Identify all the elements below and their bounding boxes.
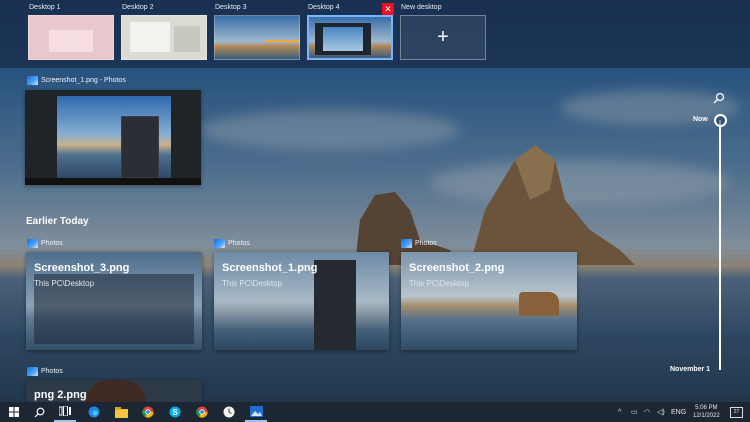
photos-app-icon: [27, 239, 38, 248]
current-window-title: Screenshot_1.png - Photos: [27, 76, 126, 85]
desktop-1[interactable]: Desktop 1: [28, 3, 116, 60]
desktop-thumbnail[interactable]: [214, 15, 300, 60]
battery-icon[interactable]: ▭: [631, 402, 638, 422]
photos-app-icon: [214, 239, 225, 248]
search-icon[interactable]: [713, 92, 725, 104]
desktop-4[interactable]: Desktop 4 ✕: [307, 3, 395, 60]
desktop-label: New desktop: [401, 4, 442, 11]
edge-icon[interactable]: [83, 402, 105, 422]
desktop-label: Desktop 3: [215, 4, 247, 11]
new-desktop-button[interactable]: +: [400, 15, 486, 60]
timeline-date-label: November 1: [670, 366, 711, 373]
timeline-handle[interactable]: [714, 114, 727, 127]
svg-text:S: S: [172, 408, 178, 417]
desktop-thumbnail[interactable]: [307, 15, 393, 60]
section-title: Earlier Today: [26, 216, 89, 227]
desktop-label: Desktop 1: [29, 4, 61, 11]
timeline-card-screenshot1[interactable]: Screenshot_1.png This PC\Desktop: [214, 252, 389, 350]
card-title: Screenshot_3.png: [34, 262, 130, 274]
clock-app-icon[interactable]: [218, 402, 240, 422]
notifications-button[interactable]: 27: [730, 402, 743, 422]
card-title: Screenshot_2.png: [409, 262, 505, 274]
timeline-card-png2[interactable]: png 2.png: [26, 380, 202, 402]
plus-icon: +: [437, 26, 449, 48]
photos-app-icon: [401, 239, 412, 248]
card-path: This PC\Desktop: [34, 279, 95, 288]
desktop-2[interactable]: Desktop 2: [121, 3, 209, 60]
clock-time: 5:06 PM: [695, 405, 718, 411]
timeline-card-screenshot2[interactable]: Screenshot_2.png This PC\Desktop: [401, 252, 577, 350]
photos-icon[interactable]: [245, 402, 267, 422]
task-view-icon[interactable]: [54, 402, 76, 422]
chrome-icon[interactable]: [137, 402, 159, 422]
card-path: This PC\Desktop: [409, 279, 470, 288]
volume-icon[interactable]: ◁): [657, 402, 665, 422]
virtual-desktops-bar: Desktop 1 Desktop 2 Desktop 3 Desktop 4 …: [0, 0, 750, 68]
window-title-text: Screenshot_1.png - Photos: [41, 77, 126, 84]
card-app-label: Photos: [214, 239, 250, 248]
photos-app-icon: [27, 367, 38, 376]
desktop-thumbnail[interactable]: [121, 15, 207, 60]
clock-date: 12/1/2022: [693, 413, 720, 419]
desktop-thumbnail[interactable]: [28, 15, 114, 60]
notifications-count: 27: [730, 406, 743, 418]
desktop-label: Desktop 2: [122, 4, 154, 11]
card-app-label: Photos: [27, 367, 63, 376]
card-title: Screenshot_1.png: [222, 262, 318, 274]
show-hidden-icons-icon[interactable]: ^: [618, 402, 621, 422]
card-app-label: Photos: [401, 239, 437, 248]
file-explorer-icon[interactable]: [110, 402, 132, 422]
clock[interactable]: 5:06 PM 12/1/2022: [693, 402, 720, 422]
search-icon[interactable]: [28, 402, 50, 422]
current-window-thumbnail[interactable]: [25, 90, 201, 185]
language-indicator[interactable]: ENG: [671, 402, 686, 422]
timeline-card-screenshot3[interactable]: Screenshot_3.png This PC\Desktop: [26, 252, 202, 350]
desktop-3[interactable]: Desktop 3: [214, 3, 302, 60]
timeline-scrollbar[interactable]: [719, 120, 721, 370]
photos-app-icon: [27, 76, 38, 85]
card-path: This PC\Desktop: [222, 279, 283, 288]
chrome-icon[interactable]: [191, 402, 213, 422]
card-title: png 2.png: [34, 389, 87, 401]
new-desktop[interactable]: New desktop +: [400, 3, 488, 60]
start-icon[interactable]: [3, 402, 25, 422]
network-icon[interactable]: ◠: [644, 402, 650, 422]
skype-icon[interactable]: S: [164, 402, 186, 422]
close-desktop-button[interactable]: ✕: [382, 3, 394, 15]
timeline-now-label: Now: [693, 116, 708, 123]
taskbar: S ^ ▭ ◠ ◁) ENG 5:06 PM 12/1/2022 27: [0, 402, 750, 422]
card-app-label: Photos: [27, 239, 63, 248]
